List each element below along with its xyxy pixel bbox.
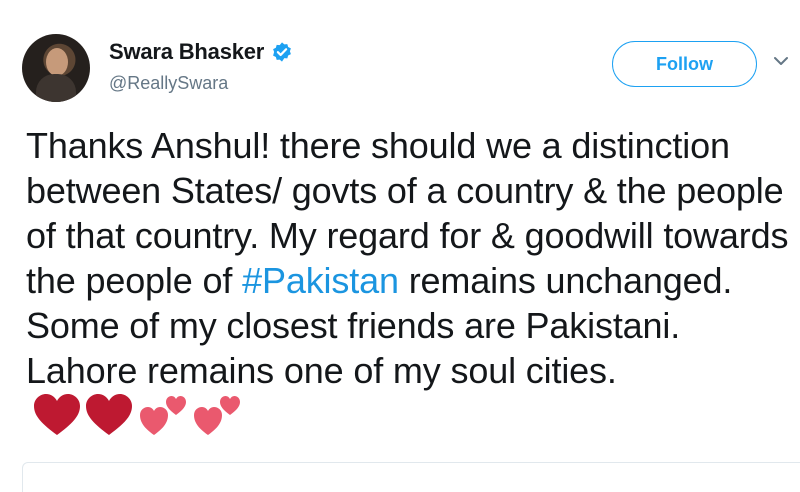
avatar[interactable]: [22, 34, 90, 102]
user-handle[interactable]: @ReallySwara: [109, 73, 293, 94]
tweet-text: Thanks Anshul! there should we a distinc…: [26, 123, 790, 439]
red-heart-icon: [34, 394, 80, 435]
author-info: Swara Bhasker @ReallySwara: [109, 39, 293, 94]
avatar-body: [36, 74, 76, 102]
verified-icon: [271, 41, 293, 63]
hashtag-link[interactable]: #Pakistan: [242, 260, 399, 301]
name-row: Swara Bhasker: [109, 39, 293, 65]
follow-button[interactable]: Follow: [612, 41, 757, 87]
avatar-face: [46, 48, 68, 76]
tweet-header: Swara Bhasker @ReallySwara Follow: [22, 34, 788, 104]
chevron-down-icon[interactable]: [774, 56, 788, 66]
display-name[interactable]: Swara Bhasker: [109, 39, 264, 65]
emoji-row: [32, 393, 247, 435]
two-hearts-icon: [194, 396, 240, 435]
red-heart-icon: [86, 394, 132, 435]
two-hearts-icon: [140, 396, 186, 435]
link-card-border: [22, 462, 800, 492]
